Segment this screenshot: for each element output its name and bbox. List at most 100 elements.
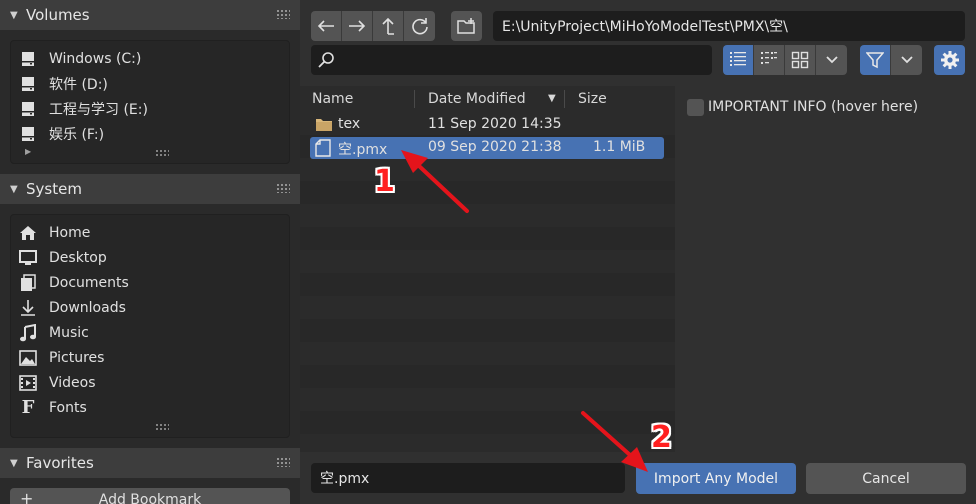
system-title: System	[26, 180, 82, 198]
drive-icon	[19, 75, 37, 93]
collapse-triangle-icon: ▼	[10, 9, 18, 21]
grid-view-icon	[791, 51, 809, 69]
column-name-header[interactable]: Name	[312, 91, 353, 107]
drag-grip-icon[interactable]	[276, 9, 290, 19]
column-separator[interactable]	[414, 90, 415, 108]
file-browser-toolbar: E:\UnityProject\MiHoYoModelTest\PMX\空\	[300, 0, 976, 86]
sidebar-item-label: Pictures	[49, 349, 105, 366]
videos-icon	[19, 374, 37, 392]
sidebar-item-label: 工程与学习 (E:)	[49, 101, 148, 118]
favorites-panel-header[interactable]: ▼ Favorites	[0, 448, 300, 478]
column-separator[interactable]	[564, 90, 565, 108]
music-icon	[19, 323, 37, 342]
arrow-left-icon	[317, 20, 334, 32]
system-panel-header[interactable]: ▼ System	[0, 174, 300, 204]
refresh-button[interactable]	[404, 11, 435, 41]
sidebar-item-videos[interactable]: Videos	[19, 370, 96, 395]
file-row-tex-folder[interactable]: tex 11 Sep 2020 14:35	[310, 114, 664, 136]
plus-icon: +	[20, 489, 34, 504]
column-header: Name Date Modified ▼ Size	[300, 86, 675, 112]
add-bookmark-button[interactable]: + Add Bookmark	[10, 488, 290, 504]
sidebar-item-label: Videos	[49, 374, 96, 391]
sidebar-item-music[interactable]: Music	[19, 320, 89, 345]
file-date: 09 Sep 2020 21:38	[428, 139, 562, 155]
volumes-panel-header[interactable]: ▼ Volumes	[0, 0, 300, 30]
refresh-icon	[411, 18, 428, 35]
cancel-button[interactable]: Cancel	[806, 463, 966, 494]
row-stripe	[300, 342, 675, 365]
downloads-icon	[19, 299, 37, 317]
filename-input[interactable]: 空.pmx	[311, 463, 625, 493]
home-icon	[19, 224, 37, 242]
sidebar-item-fonts[interactable]: F Fonts	[19, 395, 87, 420]
file-action-bar: 空.pmx Import Any Model Cancel	[300, 452, 976, 504]
operator-options-panel: IMPORTANT INFO (hover here)	[675, 86, 976, 452]
columns-view-icon	[761, 52, 777, 64]
sidebar-item-label: Desktop	[49, 249, 107, 266]
forward-button[interactable]	[342, 11, 373, 41]
row-stripe	[300, 411, 675, 434]
search-icon	[318, 52, 334, 68]
filter-toggle-button[interactable]	[860, 45, 891, 75]
volumes-title: Volumes	[26, 6, 90, 24]
horizontal-list-view-button[interactable]	[754, 45, 785, 75]
parent-directory-button[interactable]	[373, 11, 404, 41]
drag-grip-icon[interactable]	[276, 457, 290, 467]
file-name: 空.pmx	[338, 142, 388, 158]
back-button[interactable]	[311, 11, 342, 41]
directory-path-input[interactable]: E:\UnityProject\MiHoYoModelTest\PMX\空\	[493, 11, 965, 41]
sort-descending-icon[interactable]: ▼	[548, 93, 556, 104]
row-stripe	[300, 204, 675, 227]
resize-grip-icon[interactable]	[155, 149, 169, 157]
sidebar-item-windows-c[interactable]: Windows (C:)	[19, 46, 141, 71]
file-row-kong-pmx[interactable]: 空.pmx 09 Sep 2020 21:38 1.1 MiB	[310, 137, 664, 159]
file-list: Name Date Modified ▼ Size tex 11 Sep 202…	[300, 86, 675, 452]
display-options-dropdown[interactable]	[816, 45, 847, 75]
row-stripe	[300, 227, 675, 250]
expand-triangle-icon[interactable]: ▶	[25, 147, 31, 156]
sidebar-item-desktop[interactable]: Desktop	[19, 245, 107, 270]
sidebar-item-projects-e[interactable]: 工程与学习 (E:)	[19, 96, 148, 121]
thumbnail-view-button[interactable]	[785, 45, 816, 75]
new-folder-icon	[456, 18, 475, 34]
sidebar-item-software-d[interactable]: 软件 (D:)	[19, 71, 108, 96]
row-stripe	[300, 158, 675, 181]
column-date-header[interactable]: Date Modified	[428, 91, 526, 107]
settings-button[interactable]	[934, 45, 965, 75]
list-view-icon	[730, 52, 746, 66]
new-folder-button[interactable]	[451, 11, 482, 41]
sidebar-item-label: Music	[49, 324, 89, 341]
drive-icon	[19, 100, 37, 118]
drag-grip-icon[interactable]	[276, 183, 290, 193]
row-stripe	[300, 296, 675, 319]
add-bookmark-label: Add Bookmark	[98, 492, 202, 504]
chevron-down-icon	[900, 56, 913, 64]
annotation-step-2: 2	[651, 420, 672, 455]
folder-icon	[315, 116, 333, 136]
filter-buttons	[860, 45, 922, 75]
row-stripe	[300, 181, 675, 204]
sidebar-item-entertainment-f[interactable]: 娱乐 (F:)	[19, 121, 104, 146]
chevron-down-icon	[825, 56, 838, 64]
sidebar-item-downloads[interactable]: Downloads	[19, 295, 126, 320]
column-size-header[interactable]: Size	[578, 91, 607, 107]
filter-options-dropdown[interactable]	[891, 45, 922, 75]
gear-icon	[940, 51, 959, 69]
file-name: tex	[338, 116, 361, 132]
search-input[interactable]	[311, 45, 712, 75]
import-any-model-button[interactable]: Import Any Model	[636, 463, 796, 494]
favorites-title: Favorites	[26, 454, 94, 472]
sidebar-item-home[interactable]: Home	[19, 220, 90, 245]
vertical-list-view-button[interactable]	[723, 45, 754, 75]
resize-grip-icon[interactable]	[155, 423, 169, 431]
sidebar-item-pictures[interactable]: Pictures	[19, 345, 104, 370]
important-info-checkbox[interactable]	[687, 99, 704, 116]
documents-icon	[19, 273, 37, 292]
arrow-right-icon	[349, 20, 366, 32]
file-date: 11 Sep 2020 14:35	[428, 116, 562, 132]
drive-icon	[19, 125, 37, 143]
pictures-icon	[19, 349, 37, 367]
sidebar-item-label: 软件 (D:)	[49, 76, 108, 93]
sidebar-item-documents[interactable]: Documents	[19, 270, 129, 295]
sidebar-item-label: Downloads	[49, 299, 126, 316]
